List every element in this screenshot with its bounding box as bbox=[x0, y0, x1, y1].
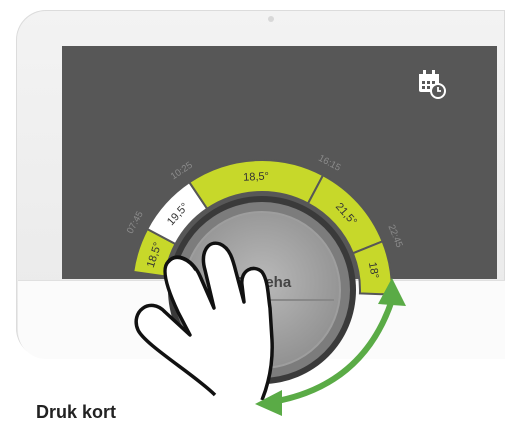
rotate-arrow-icon bbox=[255, 278, 406, 416]
caption: Druk kort bbox=[36, 402, 117, 422]
